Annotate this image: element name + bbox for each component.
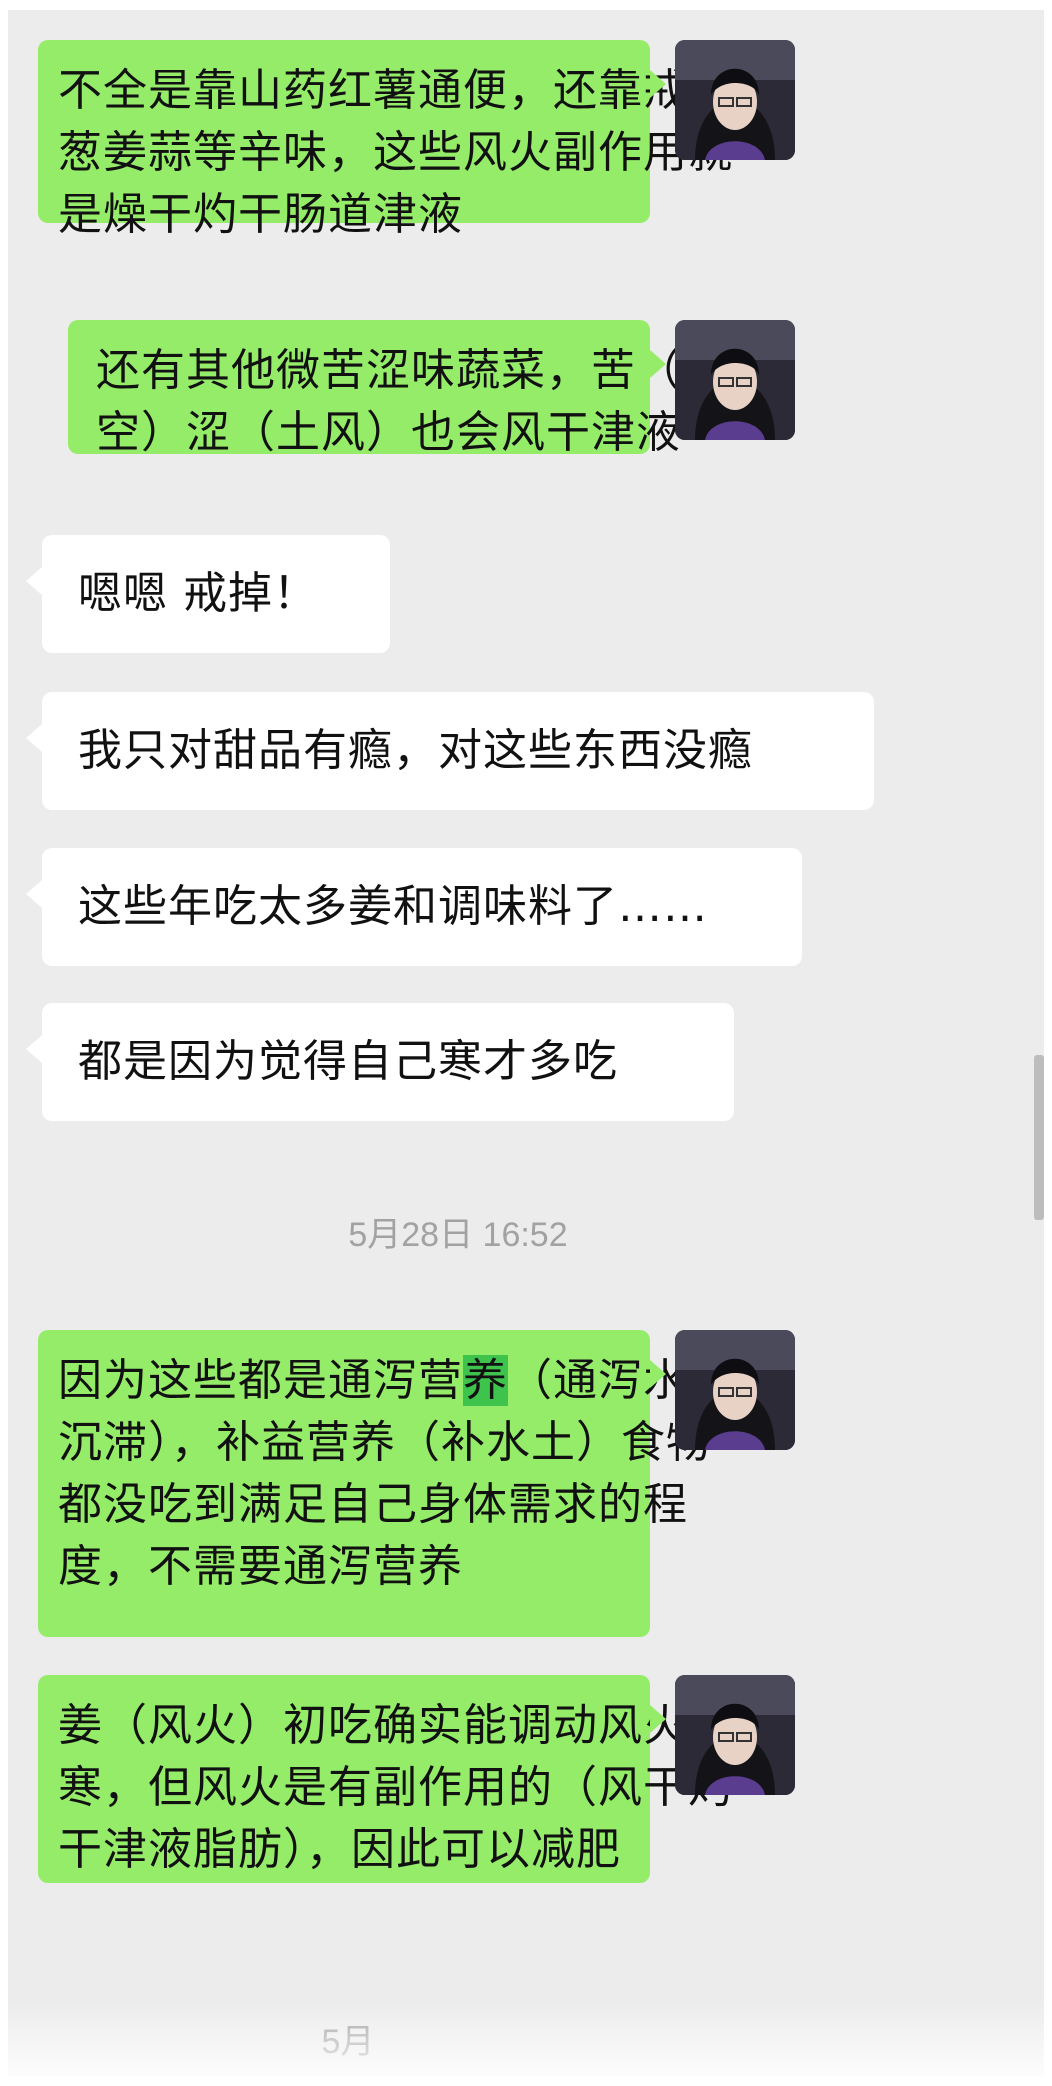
message-text-line: 沉滞），补益营养（补水土）食物 xyxy=(58,1417,711,1468)
message-row: 都是因为觉得自己寒才多吃 xyxy=(8,1003,1044,1123)
bubble-tail xyxy=(650,350,666,378)
bubble-tail xyxy=(26,724,42,752)
message-bubble-incoming[interactable]: 嗯嗯 戒掉！ xyxy=(42,535,390,653)
message-text-line: 度，不需要通泻营养 xyxy=(58,1541,463,1592)
message-text-line: 姜（风火）初吃确实能调动风火抗 xyxy=(58,1700,733,1751)
message-text-line: 都没吃到满足自己身体需求的程 xyxy=(58,1479,688,1530)
message-row: 因为这些都是通泻营养（通泻水土 沉滞），补益营养（补水土）食物 都没吃到满足自己… xyxy=(8,1330,1044,1640)
message-text-line: 这些年吃太多姜和调味料了…… xyxy=(78,881,708,932)
message-text-line: 空）涩（土风）也会风干津液 xyxy=(96,407,681,458)
message-text-line: 因为这些都是通泻营养（通泻水土 xyxy=(58,1350,732,1412)
message-row: 我只对甜品有瘾，对这些东西没瘾 xyxy=(8,692,1044,812)
user-avatar-icon[interactable] xyxy=(675,320,795,440)
message-text-fragment: 因为这些都是通泻营 xyxy=(58,1355,463,1406)
message-text-line: 不全是靠山药红薯通便，还靠戒减 xyxy=(58,65,733,116)
message-bubble-outgoing[interactable]: 因为这些都是通泻营养（通泻水土 沉滞），补益营养（补水土）食物 都没吃到满足自己… xyxy=(38,1330,732,1637)
chat-area[interactable]: 不全是靠山药红薯通便，还靠戒减 葱姜蒜等辛味，这些风火副作用就 是燥干灼干肠道津… xyxy=(8,10,1044,2076)
bubble-tail xyxy=(26,1035,42,1063)
message-text-line: 寒，但风火是有副作用的（风干灼 xyxy=(58,1762,733,1813)
scrollbar[interactable] xyxy=(1034,1055,1044,1220)
message-text-line: 我只对甜品有瘾，对这些东西没瘾 xyxy=(78,725,753,776)
message-text-line: 是燥干灼干肠道津液 xyxy=(58,189,463,240)
bubble-tail xyxy=(650,70,666,98)
message-row: 不全是靠山药红薯通便，还靠戒减 葱姜蒜等辛味，这些风火副作用就 是燥干灼干肠道津… xyxy=(8,40,1044,240)
message-text-line: 葱姜蒜等辛味，这些风火副作用就 xyxy=(58,127,733,178)
message-text-line: 嗯嗯 戒掉！ xyxy=(78,568,318,619)
message-bubble-incoming[interactable]: 这些年吃太多姜和调味料了…… xyxy=(42,848,802,966)
message-bubble-incoming[interactable]: 都是因为觉得自己寒才多吃 xyxy=(42,1003,734,1121)
message-text-line: 都是因为觉得自己寒才多吃 xyxy=(78,1036,618,1087)
bubble-tail xyxy=(26,880,42,908)
user-avatar-icon[interactable] xyxy=(675,1330,795,1450)
message-text-line: 干津液脂肪），因此可以减肥 xyxy=(58,1824,621,1875)
message-bubble-outgoing[interactable]: 不全是靠山药红薯通便，还靠戒减 葱姜蒜等辛味，这些风火副作用就 是燥干灼干肠道津… xyxy=(38,40,733,240)
message-row: 这些年吃太多姜和调味料了…… xyxy=(8,848,1044,968)
timestamp: 5月28日 16:52 xyxy=(348,1216,568,1254)
highlighted-character: 养 xyxy=(463,1355,508,1406)
message-bubble-outgoing[interactable]: 姜（风火）初吃确实能调动风火抗 寒，但风火是有副作用的（风干灼 干津液脂肪），因… xyxy=(38,1675,733,1883)
user-avatar-icon[interactable] xyxy=(675,1675,795,1795)
message-bubble-incoming[interactable]: 我只对甜品有瘾，对这些东西没瘾 xyxy=(42,692,874,810)
bubble-tail xyxy=(650,1360,666,1388)
user-avatar-icon[interactable] xyxy=(675,40,795,160)
message-bubble-outgoing[interactable]: 还有其他微苦涩味蔬菜，苦（风 空）涩（土风）也会风干津液 xyxy=(68,320,726,458)
bubble-tail xyxy=(26,567,42,595)
message-text-line: 还有其他微苦涩味蔬菜，苦（风 xyxy=(96,345,726,396)
message-row: 还有其他微苦涩味蔬菜，苦（风 空）涩（土风）也会风干津液 xyxy=(8,320,1044,460)
bubble-tail xyxy=(650,1705,666,1733)
message-row: 姜（风火）初吃确实能调动风火抗 寒，但风火是有副作用的（风干灼 干津液脂肪），因… xyxy=(8,1675,1044,1885)
message-row: 嗯嗯 戒掉！ xyxy=(8,535,1044,655)
bottom-fade xyxy=(8,2000,1044,2076)
